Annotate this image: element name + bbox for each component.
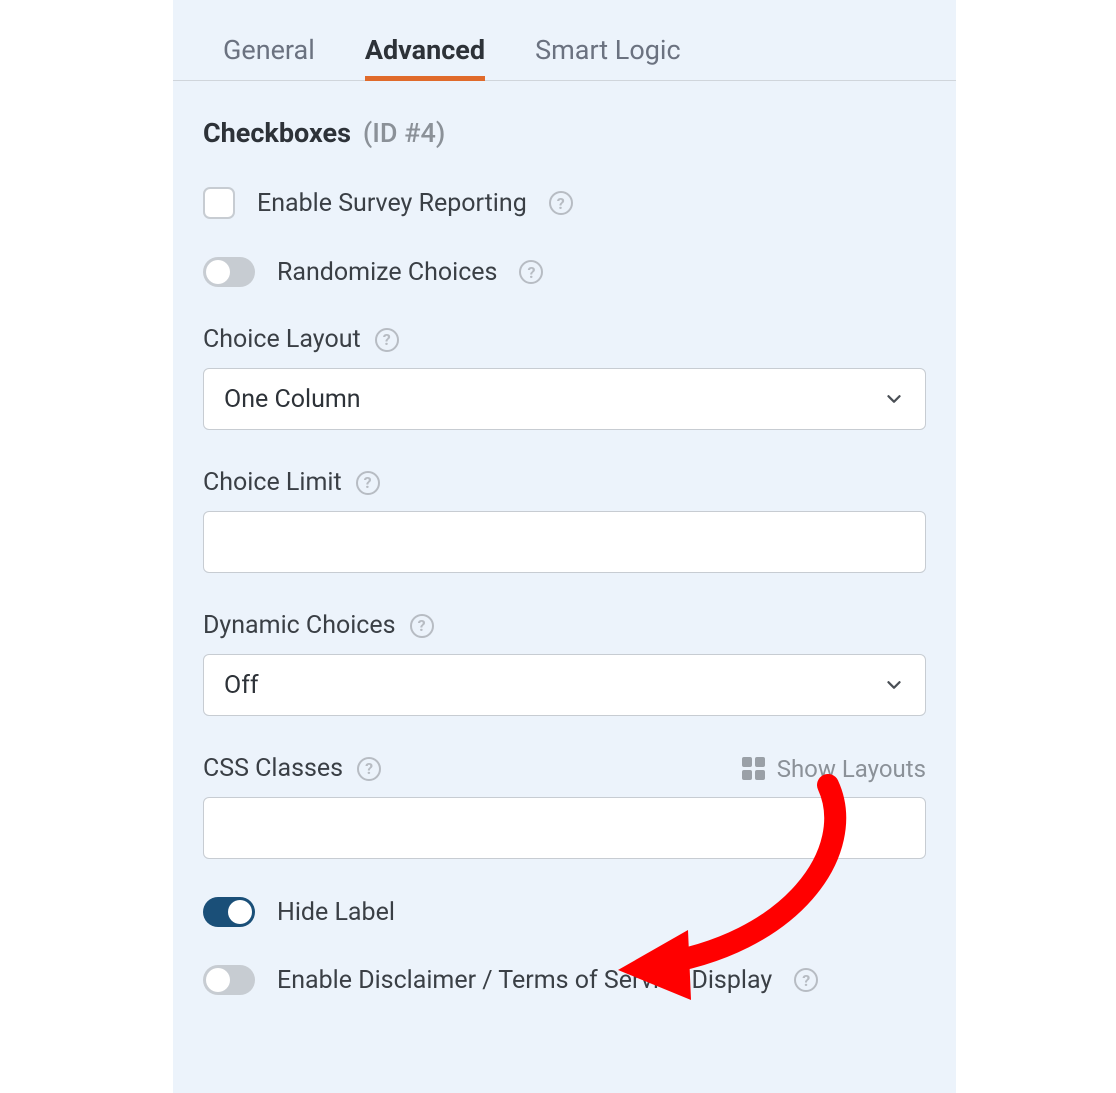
help-icon[interactable]: ? — [375, 328, 399, 352]
dynamic-choices-select[interactable]: Off — [203, 654, 926, 716]
css-classes-input[interactable] — [203, 797, 926, 859]
randomize-choices-row: Randomize Choices ? — [203, 257, 926, 287]
chevron-down-icon — [883, 674, 905, 696]
enable-disclaimer-toggle[interactable] — [203, 965, 255, 995]
dynamic-choices-label: Dynamic Choices — [203, 611, 396, 640]
enable-disclaimer-row: Enable Disclaimer / Terms of Service Dis… — [203, 965, 926, 995]
choice-layout-field: Choice Layout ? One Column — [203, 325, 926, 430]
show-layouts-label: Show Layouts — [777, 755, 926, 783]
tab-advanced[interactable]: Advanced — [365, 20, 485, 80]
help-icon[interactable]: ? — [410, 614, 434, 638]
tab-general[interactable]: General — [223, 20, 315, 80]
dynamic-choices-value: Off — [224, 671, 259, 700]
randomize-choices-label: Randomize Choices — [277, 258, 497, 287]
choice-layout-value: One Column — [224, 385, 361, 414]
enable-survey-reporting-label: Enable Survey Reporting — [257, 189, 527, 218]
tab-smart-logic[interactable]: Smart Logic — [535, 20, 681, 80]
hide-label-label: Hide Label — [277, 898, 395, 927]
help-icon[interactable]: ? — [549, 191, 573, 215]
help-icon[interactable]: ? — [794, 968, 818, 992]
dynamic-choices-field: Dynamic Choices ? Off — [203, 611, 926, 716]
choice-limit-label: Choice Limit — [203, 468, 342, 497]
tabs: General Advanced Smart Logic — [173, 20, 956, 81]
settings-panel: General Advanced Smart Logic Checkboxes … — [173, 0, 956, 1093]
hide-label-row: Hide Label — [203, 897, 926, 927]
choice-layout-label: Choice Layout — [203, 325, 361, 354]
panel-content: Checkboxes (ID #4) Enable Survey Reporti… — [173, 81, 956, 995]
help-icon[interactable]: ? — [357, 757, 381, 781]
chevron-down-icon — [883, 388, 905, 410]
choice-limit-field: Choice Limit ? — [203, 468, 926, 573]
section-title: Checkboxes — [203, 117, 351, 149]
help-icon[interactable]: ? — [356, 471, 380, 495]
section-header: Checkboxes (ID #4) — [203, 117, 926, 149]
css-classes-label: CSS Classes — [203, 754, 343, 783]
enable-survey-reporting-checkbox[interactable] — [203, 187, 235, 219]
enable-disclaimer-label: Enable Disclaimer / Terms of Service Dis… — [277, 966, 772, 995]
css-classes-field: CSS Classes ? Show Layouts — [203, 754, 926, 859]
hide-label-toggle[interactable] — [203, 897, 255, 927]
choice-layout-select[interactable]: One Column — [203, 368, 926, 430]
section-id: (ID #4) — [363, 117, 445, 149]
show-layouts-button[interactable]: Show Layouts — [742, 755, 926, 783]
randomize-choices-toggle[interactable] — [203, 257, 255, 287]
grid-icon — [742, 757, 765, 780]
enable-survey-reporting-row: Enable Survey Reporting ? — [203, 187, 926, 219]
help-icon[interactable]: ? — [519, 260, 543, 284]
choice-limit-input[interactable] — [203, 511, 926, 573]
